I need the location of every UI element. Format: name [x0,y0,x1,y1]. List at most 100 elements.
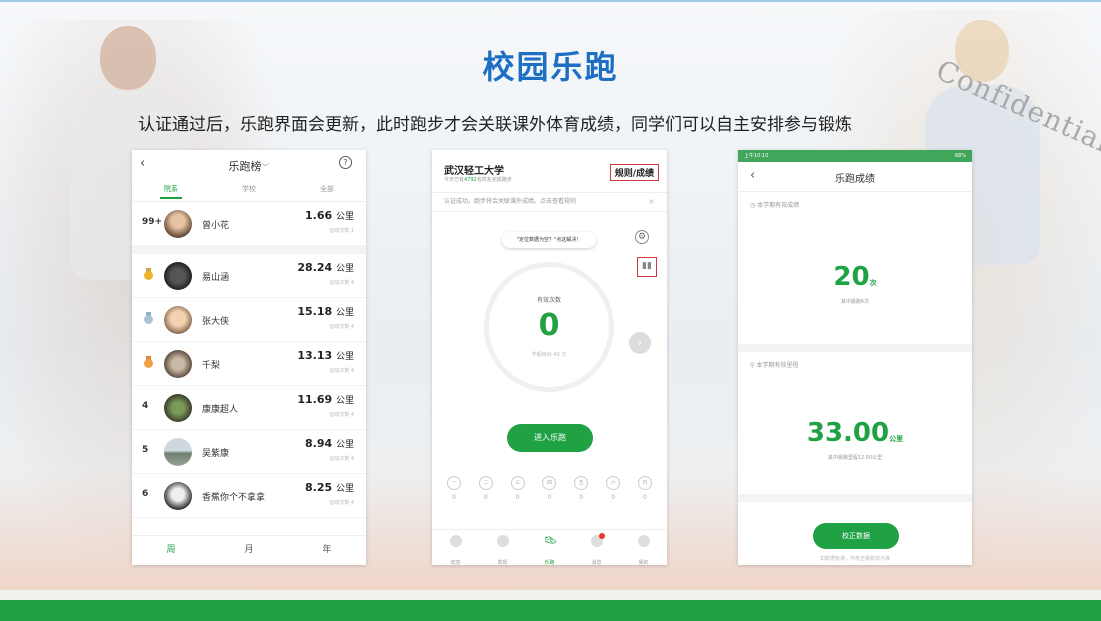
valid-count-figure: 20次 [738,262,972,292]
tab-all[interactable]: 全部 [288,180,366,201]
gear-icon[interactable]: ⚙ [635,230,649,244]
valid-count-card: ◷ 本学期有效成绩 20次 其中晨跑6次 [738,192,972,352]
semester-target: 学期目标 40 次 [531,352,567,358]
tab-department[interactable]: 院系 [132,180,210,201]
runner-name: 千梨 [202,361,221,371]
tab-month[interactable]: 月 [210,536,288,565]
leaderboard-scope-tabs: 院系 学校 全部 [132,180,366,202]
weekday-item: 五0 [573,476,589,501]
valid-count-value: 0 [538,308,560,343]
avatar [164,394,192,422]
distance-value: 8.25 [305,481,333,494]
distance-value: 28.24 [297,261,333,274]
close-icon[interactable]: × [648,193,655,211]
bronze-medal-icon [144,356,153,369]
silver-medal-icon [144,312,153,325]
valid-count-unit: 次 [869,279,877,287]
rank-number: 99+ [142,217,163,227]
rank-number: 5 [142,445,149,455]
runner-distance: 28.24 公里 [297,261,354,274]
nav-item-me[interactable]: 我的 [620,530,667,565]
runner-name: 曾小花 [202,221,230,231]
leaderboard-title-dropdown[interactable]: 乐跑榜﹀ [132,158,366,174]
runner-name: 康康超人 [202,405,239,415]
correct-data-note: 如数据有误，可校正最新成为准 [819,556,890,562]
runner-distance: 13.13 公里 [297,349,354,362]
auth-notice-bar[interactable]: 认证成功。跑步将会关联课外成绩。点击查看规则 × [432,192,667,212]
tab-school[interactable]: 学校 [210,180,288,201]
period-tabs: 周 月 年 [132,535,366,565]
info-suffix: 名校友完成跑步 [476,177,512,183]
nav-item-messages[interactable]: 消息 [573,530,620,565]
tab-week[interactable]: 周 [132,536,210,565]
compass-icon [496,535,509,547]
runner-name: 香蕉你个不拿拿 [202,493,266,503]
table-row[interactable]: 张大侠 15.18 公里 运动次数 4 [132,298,366,342]
distance-unit: 公里 [335,440,354,450]
table-row[interactable]: 千梨 13.13 公里 运动次数 4 [132,342,366,386]
run-count: 运动次数 4 [329,412,354,418]
distance-unit: 公里 [335,396,354,406]
table-row[interactable]: 6 香蕉你个不拿拿 8.25 公里 运动次数 4 [132,474,366,518]
morning-run-distance: 其中晨跑里程12.00公里 [827,455,883,461]
weekday-item: 一0 [446,476,462,501]
question-circle-icon[interactable]: ? [339,156,352,169]
auth-notice-text: 认证成功。跑步将会关联课外成绩。点击查看规则 [444,198,577,205]
weekday-label: 六 [606,476,621,490]
tab-year[interactable]: 年 [288,536,366,565]
distance-figure: 33.00公里 [738,418,972,448]
distance-label-text: 本学期有效里程 [756,362,799,369]
valid-count-label: 有效次数 [536,297,561,304]
distance-value: 11.69 [297,393,333,406]
distance-unit: 公里 [335,352,354,362]
rules-scores-button[interactable]: 规则/成绩 [609,164,659,181]
nav-label: 发现 [497,560,508,565]
runner-name: 易山涵 [202,273,230,283]
weekday-item: 四0 [541,476,557,501]
distance-value: 8.94 [305,437,333,450]
table-row[interactable]: 4 康康超人 11.69 公里 运动次数 4 [132,386,366,430]
weekday-progress: 一0 二0 三0 四0 五0 六0 日0 [446,476,653,501]
weekday-value: 0 [579,494,584,501]
today-runners-info: 今天已有4792名校友完成跑步 [444,176,512,183]
score-screen: 上午10:10 68% ‹ 乐跑成绩 ◷ 本学期有效成绩 20次 其中晨跑6次 … [738,150,972,565]
nav-item-discover[interactable]: 发现 [479,530,526,565]
school-name: 武汉轻工大学 [444,166,504,177]
distance-value: 15.18 [297,305,333,318]
nav-label: 动态 [450,560,461,565]
distance-label: ⚲ 本学期有效里程 [750,362,799,369]
runner-distance: 11.69 公里 [297,393,354,406]
avatar [164,210,192,238]
chevron-right-icon[interactable]: › [629,332,651,354]
slide: Confidential 校园乐跑 认证通过后，乐跑界面会更新，此时跑步才会关联… [0,0,1101,621]
run-count: 运动次数 4 [329,500,354,506]
table-row[interactable]: 5 吴紫康 8.94 公里 运动次数 4 [132,430,366,474]
distance-value: 1.66 [305,209,333,222]
weekday-item: 六0 [605,476,621,501]
weekday-value: 0 [547,494,552,501]
distance-unit: 公里 [889,435,904,443]
run-count: 运动次数 4 [329,368,354,374]
location-help-bubble[interactable]: "定位数据为空？"点这解决！ [502,232,596,248]
valid-count-value: 20 [833,262,870,292]
table-row[interactable]: 易山涵 28.24 公里 运动次数 4 [132,254,366,298]
weekday-item: 日0 [637,476,653,501]
weekday-value: 0 [643,494,647,501]
weekday-item: 三0 [510,476,526,501]
running-shoe-icon: 👟︎ [543,534,558,547]
avatar [164,306,192,334]
chevron-down-icon: ﹀ [261,163,270,172]
my-rank-row[interactable]: 99+ 曾小花 1.66 公里 运动次数 1 [132,202,366,246]
divider [132,246,366,254]
bar-chart-icon[interactable]: ▮▮ [637,257,657,277]
avatar [164,482,192,510]
start-run-button[interactable]: 进入乐跑 [507,424,593,452]
weekday-label: 四 [542,476,557,490]
correct-data-button[interactable]: 校正数据 [813,523,899,549]
runner-name: 张大侠 [202,317,230,327]
nav-item-run[interactable]: 👟︎ 乐跑 [526,530,573,566]
avatar [164,262,192,290]
run-count: 运动次数 4 [329,280,354,286]
nav-item-feed[interactable]: 动态 [432,530,479,565]
runner-distance: 1.66 公里 [305,209,354,222]
